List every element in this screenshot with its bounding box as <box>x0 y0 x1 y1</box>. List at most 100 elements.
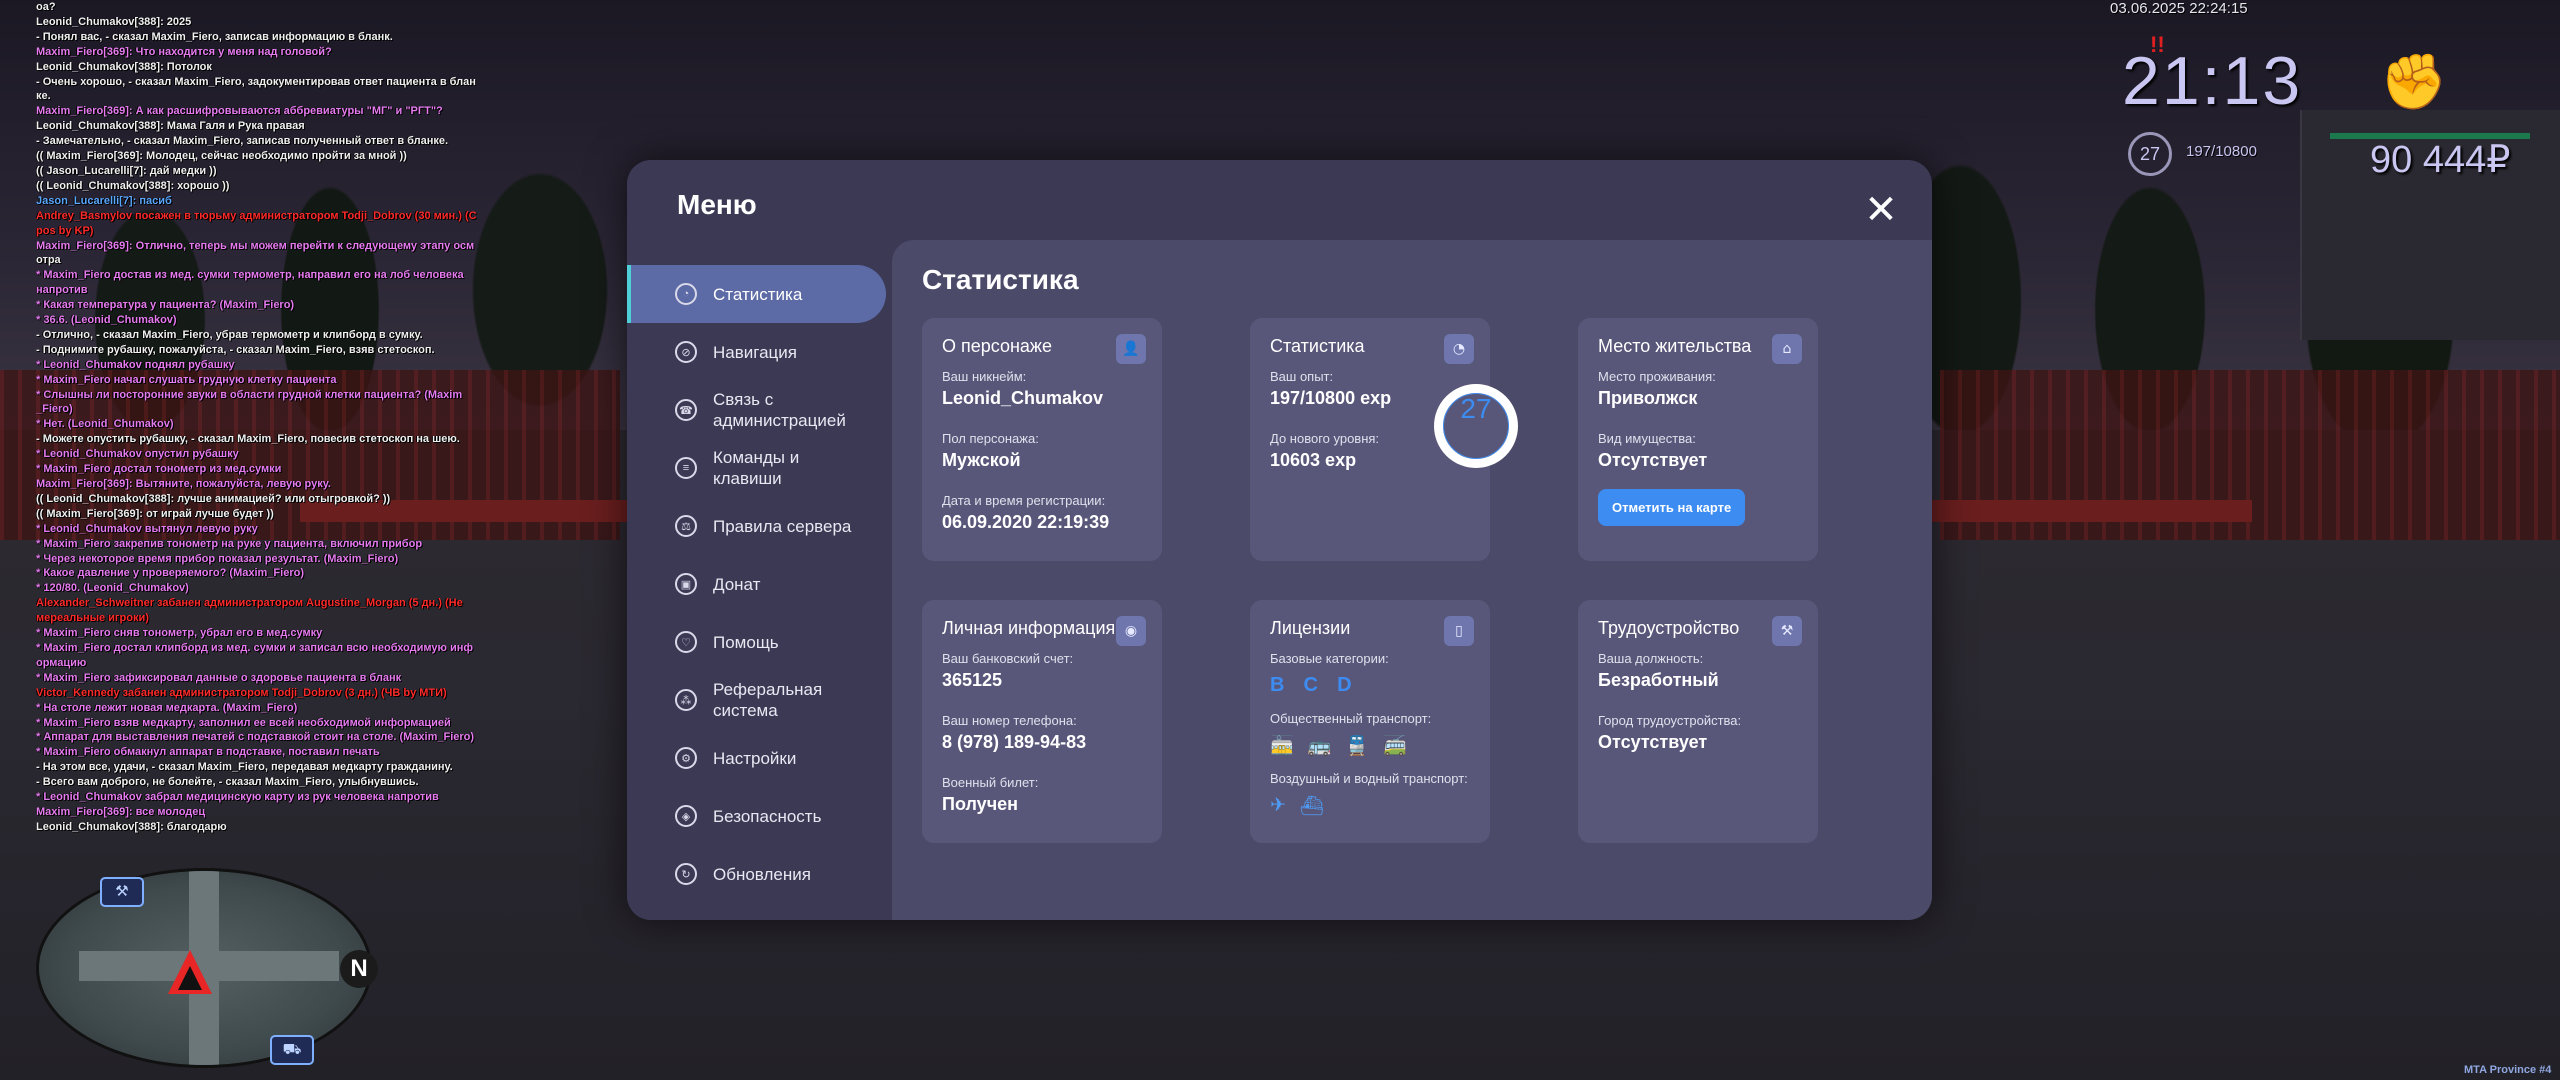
sidebar-item-label: Команды и клавиши <box>713 448 800 488</box>
card-stats: ◔ Статистика Ваш опыт: 197/10800 exp До … <box>1250 318 1518 561</box>
sidebar-item-contact-admin[interactable]: ☎ Связь с администрацией <box>627 381 892 439</box>
card-personal: ◉ Личная информация Ваш банковский счет:… <box>922 600 1162 843</box>
tram-icon: 🚋 <box>1270 735 1294 757</box>
bank-account-value: 365125 <box>942 670 1003 690</box>
wallet-icon: ▣ <box>675 573 697 595</box>
curb-right <box>1932 500 2252 522</box>
level-value: 27 <box>1460 393 1492 424</box>
field-label: Военный билет: <box>942 775 1039 790</box>
chat-line: Leonid_Chumakov[388]: благодарю <box>36 820 227 833</box>
heart-icon: ♡ <box>675 631 697 653</box>
chat-line: Jason_Lucarelli[7]: пасиб <box>36 194 172 207</box>
sidebar-item-label: Обновления <box>713 864 811 884</box>
chat-line: ормацию <box>36 656 87 669</box>
chat-line: (( Leonid_Chumakov[388]: хорошо )) <box>36 179 230 192</box>
chat-line: Andrey_Basmylov посажен в тюрьму админис… <box>36 209 477 222</box>
sidebar-item-referral[interactable]: ⁂ Реферальная система <box>627 671 892 729</box>
field-label: Дата и время регистрации: <box>942 493 1106 508</box>
card-title: О персонаже <box>942 336 1052 356</box>
train-icon: 🚆 <box>1345 735 1370 757</box>
menu-nav: ◔ Статистика ⊘ Навигация ☎ Связь с администра… <box>627 265 892 903</box>
chat-line: * Какая температура у пациента? (Maxim_F… <box>36 299 295 312</box>
pie-chart-icon: ◔ <box>675 283 697 305</box>
chat-line: * Maxim_Fiero достав из мед. сумки термо… <box>36 269 464 282</box>
phone-value: 8 (978) 189-94-83 <box>942 732 1087 752</box>
sidebar-item-commands[interactable]: ≡ Команды и клавиши <box>627 439 892 497</box>
chat-line: * Через некоторое время прибор показал р… <box>36 552 399 565</box>
chat-line: * Leonid_Chumakov забрал медицинскую кар… <box>36 791 439 804</box>
chat-line: * Maxim_Fiero сняв тонометр, убрал его в… <box>36 627 323 640</box>
chat-line: ке. <box>36 90 51 103</box>
field-label: Ваша должность: <box>1598 651 1704 666</box>
field-label: Ваш номер телефона: <box>942 713 1077 728</box>
shield-icon: ◈ <box>675 805 697 827</box>
chat-line: Leonid_Chumakov[388]: Потолок <box>36 60 212 73</box>
field-label: Вид имущества: <box>1598 431 1696 446</box>
chat-line: оа? <box>36 1 56 13</box>
chat-line: Maxim_Fiero[369]: все молодец <box>36 805 206 818</box>
chat-line: * Аппарат для выставления печатей с подс… <box>36 731 475 744</box>
chat-line: * Слышны ли посторонние звуки в области … <box>36 388 463 401</box>
trolleybus-icon: 🚎 <box>1383 735 1407 757</box>
chat-line: - На этом все, удачи, - сказал Maxim_Fie… <box>36 761 453 774</box>
field-label: Город трудоустройства: <box>1598 713 1742 728</box>
close-icon[interactable]: ✕ <box>1862 190 1900 230</box>
network-icon: ⁂ <box>675 689 697 711</box>
chat-line: * Maxim_Fiero зафиксировал данные о здор… <box>36 671 402 684</box>
category-c: C <box>1303 674 1318 696</box>
server-name: MTA Province #4 <box>2464 1064 2552 1076</box>
card-title: Личная информация <box>942 618 1116 638</box>
field-label: Общественный транспорт: <box>1270 711 1432 726</box>
chat-line: * Leonid_Chumakov вытянул левую руку <box>36 522 258 535</box>
hud-money: 90 444₽ <box>2370 139 2511 181</box>
chat-line: * Maxim_Fiero взяв медкарту, заполнил ее… <box>36 716 451 729</box>
category-b: B <box>1270 674 1285 696</box>
hud-level: 27 <box>2128 132 2172 176</box>
card-title: Лицензии <box>1270 618 1351 638</box>
boat-icon: ⛴ <box>1299 795 1325 817</box>
card-job: ⚒ Трудоустройство Ваша должность: Безраб… <box>1578 600 1818 843</box>
property-value: Отсутствует <box>1598 450 1708 470</box>
gear-icon: ⚙ <box>675 747 697 769</box>
chat-line: напротив <box>36 284 88 297</box>
next-level-value: 10603 exp <box>1270 450 1357 470</box>
chat-line: * Leonid_Chumakov опустил рубашку <box>36 448 239 461</box>
sidebar-item-help[interactable]: ♡ Помощь <box>627 613 892 671</box>
reg-date-value: 06.09.2020 22:19:39 <box>942 512 1110 532</box>
chat-line: * 36.6. (Leonid_Chumakov) <box>36 314 177 327</box>
card-title: Статистика <box>1270 336 1365 356</box>
sidebar-item-label: Донат <box>713 574 761 594</box>
sidebar-item-label: Правила сервера <box>713 516 852 536</box>
sidebar-item-label: Безопасность <box>713 806 822 826</box>
chat-line: * Maxim_Fiero обмакнул аппарат в подстав… <box>36 746 380 759</box>
sidebar-item-label: Навигация <box>713 342 797 362</box>
chat-line: * Maxim_Fiero достал клипборд из мед. су… <box>36 641 473 654</box>
nickname-value: Leonid_Chumakov <box>942 388 1104 408</box>
sidebar-item-navigation[interactable]: ⊘ Навигация <box>627 323 892 381</box>
military-id-value: Получен <box>942 794 1019 814</box>
sidebar-item-security[interactable]: ◈ Безопасность <box>627 787 892 845</box>
sidebar-item-label: Настройки <box>713 748 797 768</box>
sidebar-item-donate[interactable]: ▣ Донат <box>627 555 892 613</box>
mark-on-map-button[interactable]: Отметить на карте <box>1598 489 1746 526</box>
sidebar-item-server-rules[interactable]: ⚖ Правила сервера <box>627 497 892 555</box>
profile-icon: ◉ <box>1116 616 1146 646</box>
chat-line: * Нет. (Leonid_Chumakov) <box>36 418 174 431</box>
content-title: Статистика <box>922 264 1079 295</box>
sidebar-item-settings[interactable]: ⚙ Настройки <box>627 729 892 787</box>
chat-line: * Maxim_Fiero закрепив тонометр на руке … <box>36 537 423 550</box>
field-label: Ваш банковский счет: <box>942 651 1074 666</box>
sidebar-item-statistics[interactable]: ◔ Статистика <box>627 265 886 323</box>
chat-line: (( Leonid_Chumakov[388]: лучше анимацией… <box>36 492 391 505</box>
field-label: Ваш опыт: <box>1270 369 1334 384</box>
level-ring: 27 <box>1434 384 1518 468</box>
user-icon: 👤 <box>1116 334 1146 364</box>
sidebar-item-updates[interactable]: ↻ Обновления <box>627 845 892 903</box>
bus-icon: 🚌 <box>1307 735 1332 757</box>
field-label: Воздушный и водный транспорт: <box>1270 771 1468 786</box>
north-indicator: N <box>340 950 378 988</box>
license-categories: B C D <box>1270 674 1470 697</box>
hammer-icon: ⚒ <box>1772 616 1802 646</box>
chat-line: Maxim_Fiero[369]: Отлично, теперь мы мож… <box>36 239 475 252</box>
card-licenses: ▯ Лицензии Базовые категории: B C D Обще… <box>1250 600 1490 843</box>
